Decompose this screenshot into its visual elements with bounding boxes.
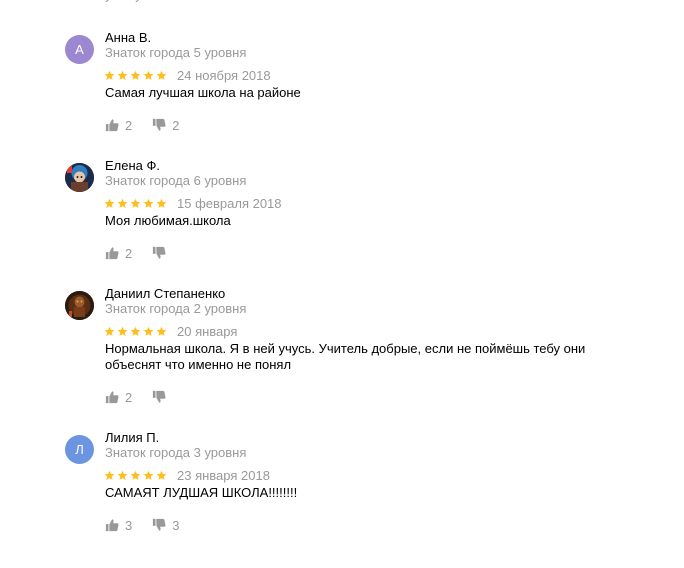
thumbs-up-icon <box>105 247 119 260</box>
avatar[interactable]: Л <box>65 435 94 464</box>
avatar-letter: А <box>75 42 84 57</box>
review-text: Моя любимая.школа <box>105 213 231 228</box>
like-button[interactable]: 2 <box>105 246 132 261</box>
star-icon <box>130 326 141 336</box>
avatar-letter: Л <box>75 442 84 457</box>
thumbs-up-icon <box>105 391 119 404</box>
like-count: 3 <box>125 517 133 533</box>
thumbs-down-icon <box>153 246 166 259</box>
rating-row: 24 ноября 2018 <box>104 67 271 83</box>
star-icon <box>156 470 167 480</box>
dislike-count: 2 <box>172 117 180 133</box>
like-button[interactable]: 3 <box>105 518 132 533</box>
star-icon <box>130 70 141 80</box>
review-text: САМАЯТ ЛУДШАЯ ШКОЛА!!!!!!!! <box>105 485 298 500</box>
like-button[interactable]: 2 <box>105 118 132 133</box>
avatar-photo <box>65 291 94 320</box>
author-badge: Знаток города 3 уровня <box>105 445 247 460</box>
dislike-button[interactable] <box>152 390 176 404</box>
review-author[interactable]: Лилия П. <box>105 430 159 445</box>
review-text: Самая лучшая школа на районе <box>105 85 301 100</box>
rating-row: 23 января 2018 <box>104 467 270 483</box>
dislike-button[interactable] <box>152 246 176 260</box>
star-icon <box>104 470 115 480</box>
thumbs-up-icon <box>105 519 119 532</box>
avatar[interactable] <box>65 163 94 192</box>
star-rating <box>104 326 167 337</box>
author-badge: Знаток города 2 уровня <box>105 301 247 316</box>
star-icon <box>143 326 154 336</box>
previous-dislike-count: 2 <box>134 0 144 2</box>
dislike-button[interactable]: 3 <box>152 518 179 533</box>
star-icon <box>143 470 154 480</box>
review-text: Нормальная школа. Я в ней учусь. Учитель… <box>105 341 586 372</box>
review-votes: 2 <box>105 389 196 405</box>
previous-like-count: 2 <box>104 0 114 2</box>
star-icon <box>117 70 128 80</box>
dislike-button[interactable]: 2 <box>152 118 179 133</box>
review-date: 24 ноября 2018 <box>177 67 271 83</box>
review-votes: 2 2 <box>105 117 199 133</box>
star-icon <box>130 470 141 480</box>
star-icon <box>117 326 128 336</box>
review-author[interactable]: Даниил Степаненко <box>105 286 225 301</box>
thumbs-down-icon <box>153 390 166 403</box>
review-date: 20 января <box>177 323 238 339</box>
avatar-photo <box>65 163 94 192</box>
avatar[interactable]: А <box>65 35 94 64</box>
star-icon <box>130 198 141 208</box>
thumbs-down-icon <box>153 518 166 531</box>
review-date: 15 февраля 2018 <box>177 195 282 211</box>
thumbs-up-icon <box>105 119 119 132</box>
previous-review-votes: 2 2 <box>104 0 144 4</box>
star-icon <box>104 326 115 336</box>
review-votes: 2 <box>105 245 196 261</box>
star-icon <box>143 70 154 80</box>
author-badge: Знаток города 6 уровня <box>105 173 247 188</box>
star-icon <box>104 198 115 208</box>
star-rating <box>104 198 167 209</box>
like-button[interactable]: 2 <box>105 390 132 405</box>
star-icon <box>104 70 115 80</box>
star-icon <box>156 198 167 208</box>
author-badge: Знаток города 5 уровня <box>105 45 247 60</box>
rating-row: 15 февраля 2018 <box>104 195 282 211</box>
like-count: 2 <box>125 245 133 261</box>
review-author[interactable]: Анна В. <box>105 30 151 45</box>
thumbs-down-icon <box>153 118 166 131</box>
star-rating <box>104 70 167 81</box>
star-icon <box>117 198 128 208</box>
star-rating <box>104 470 167 481</box>
review-author[interactable]: Елена Ф. <box>105 158 160 173</box>
dislike-count: 3 <box>172 517 180 533</box>
like-count: 2 <box>125 117 133 133</box>
review-votes: 3 3 <box>105 517 199 533</box>
star-icon <box>156 70 167 80</box>
rating-row: 20 января <box>104 323 237 339</box>
star-icon <box>143 198 154 208</box>
like-count: 2 <box>125 389 133 405</box>
review-date: 23 января 2018 <box>177 467 270 483</box>
avatar[interactable] <box>65 291 94 320</box>
star-icon <box>117 470 128 480</box>
star-icon <box>156 326 167 336</box>
reviews-page: 2 2 А Анна В. Знаток города 5 уровня 24 … <box>0 0 684 568</box>
